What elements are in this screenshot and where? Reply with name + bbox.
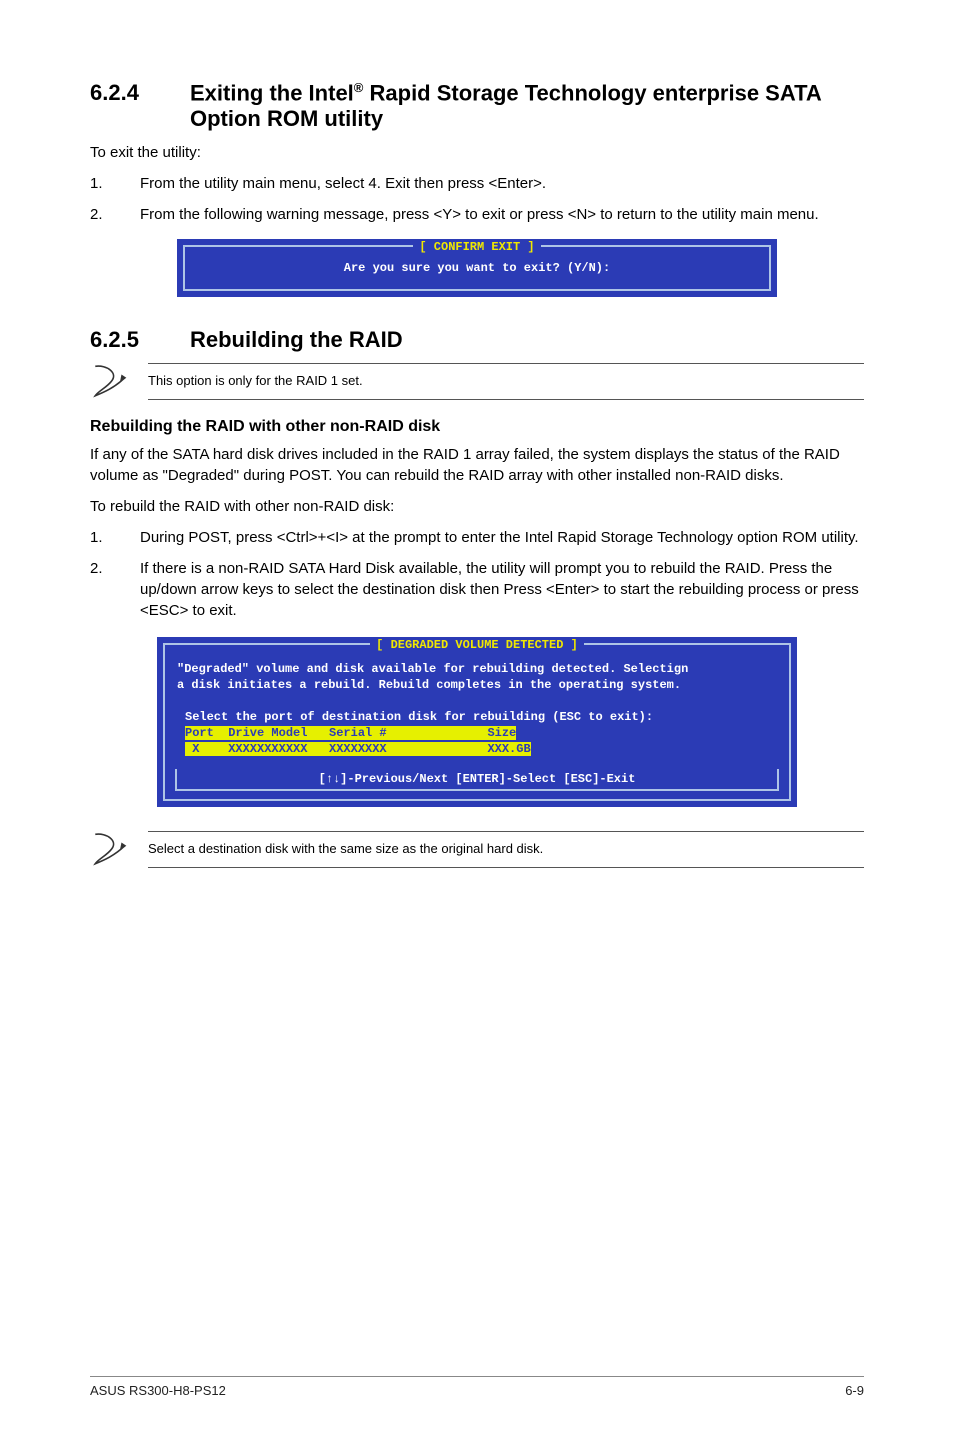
degraded-volume-dialog: [ DEGRADED VOLUME DETECTED ] "Degraded" …: [157, 637, 797, 808]
sec625-para2: To rebuild the RAID with other non-RAID …: [90, 496, 864, 517]
list-item: 1. From the utility main menu, select 4.…: [90, 173, 864, 194]
dialog-title-wrap: [ CONFIRM EXIT ]: [195, 237, 759, 255]
note-text: Select a destination disk with the same …: [148, 831, 864, 867]
section-624-title: Exiting the Intel® Rapid Storage Technol…: [190, 80, 864, 132]
step-number: 2.: [90, 204, 140, 225]
step-text: During POST, press <Ctrl>+<I> at the pro…: [140, 527, 859, 548]
row-highlight: X XXXXXXXXXXX XXXXXXXX XXX.GB: [185, 742, 531, 756]
note-text: This option is only for the RAID 1 set.: [148, 363, 864, 399]
section-624-title-a: Exiting the Intel: [190, 80, 354, 105]
header-highlight: Port Drive Model Serial # Size: [185, 726, 516, 740]
dialog-title-wrap: [ DEGRADED VOLUME DETECTED ]: [165, 635, 789, 653]
dialog-message: "Degraded" volume and disk available for…: [165, 653, 789, 703]
footer-right: 6-9: [845, 1383, 864, 1398]
list-item: 2. If there is a non-RAID SATA Hard Disk…: [90, 558, 864, 621]
section-625-title: Rebuilding the RAID: [190, 327, 403, 353]
dialog-footer-text: [↑↓]-Previous/Next [ENTER]-Select [ESC]-…: [313, 772, 642, 786]
step-number: 1.: [90, 527, 140, 548]
step-text: If there is a non-RAID SATA Hard Disk av…: [140, 558, 864, 621]
dialog-footer-bar: [↑↓]-Previous/Next [ENTER]-Select [ESC]-…: [177, 769, 777, 789]
registered-mark: ®: [354, 80, 364, 95]
inner-data-row: X XXXXXXXXXXX XXXXXXXX XXX.GB: [185, 741, 769, 757]
sec625-steps: 1. During POST, press <Ctrl>+<I> at the …: [90, 527, 864, 621]
section-624-number: 6.2.4: [90, 80, 190, 106]
confirm-exit-dialog: [ CONFIRM EXIT ] Are you sure you want t…: [177, 239, 777, 297]
degraded-outer: [ DEGRADED VOLUME DETECTED ] "Degraded" …: [163, 643, 791, 802]
dialog-body: Are you sure you want to exit? (Y/N):: [195, 261, 759, 275]
dialog-footer-box: [↑↓]-Previous/Next [ENTER]-Select [ESC]-…: [175, 769, 779, 791]
sec624-intro: To exit the utility:: [90, 142, 864, 163]
sec625-para1: If any of the SATA hard disk drives incl…: [90, 444, 864, 486]
dialog-title: [ DEGRADED VOLUME DETECTED ]: [370, 638, 584, 652]
inner-instruction: Select the port of destination disk for …: [185, 709, 769, 725]
list-item: 1. During POST, press <Ctrl>+<I> at the …: [90, 527, 864, 548]
note-icon: [90, 363, 130, 399]
step-text: From the following warning message, pres…: [140, 204, 819, 225]
confirm-exit-inner: [ CONFIRM EXIT ] Are you sure you want t…: [183, 245, 771, 291]
note-icon: [90, 831, 130, 867]
section-624-heading: 6.2.4 Exiting the Intel® Rapid Storage T…: [90, 80, 864, 132]
section-625-number: 6.2.5: [90, 327, 190, 353]
page-footer: ASUS RS300-H8-PS12 6-9: [90, 1376, 864, 1398]
step-text: From the utility main menu, select 4. Ex…: [140, 173, 546, 194]
dialog-inner: Select the port of destination disk for …: [175, 703, 779, 778]
step-number: 1.: [90, 173, 140, 194]
sec624-steps: 1. From the utility main menu, select 4.…: [90, 173, 864, 225]
inner-header-row: Port Drive Model Serial # Size: [185, 725, 769, 741]
footer-left: ASUS RS300-H8-PS12: [90, 1383, 226, 1398]
step-number: 2.: [90, 558, 140, 621]
list-item: 2. From the following warning message, p…: [90, 204, 864, 225]
sec625-subheading: Rebuilding the RAID with other non-RAID …: [90, 418, 864, 436]
note-raid1: This option is only for the RAID 1 set.: [90, 363, 864, 399]
dialog-title: [ CONFIRM EXIT ]: [413, 240, 540, 254]
section-625-heading: 6.2.5 Rebuilding the RAID: [90, 327, 864, 353]
note-destination-disk: Select a destination disk with the same …: [90, 831, 864, 867]
